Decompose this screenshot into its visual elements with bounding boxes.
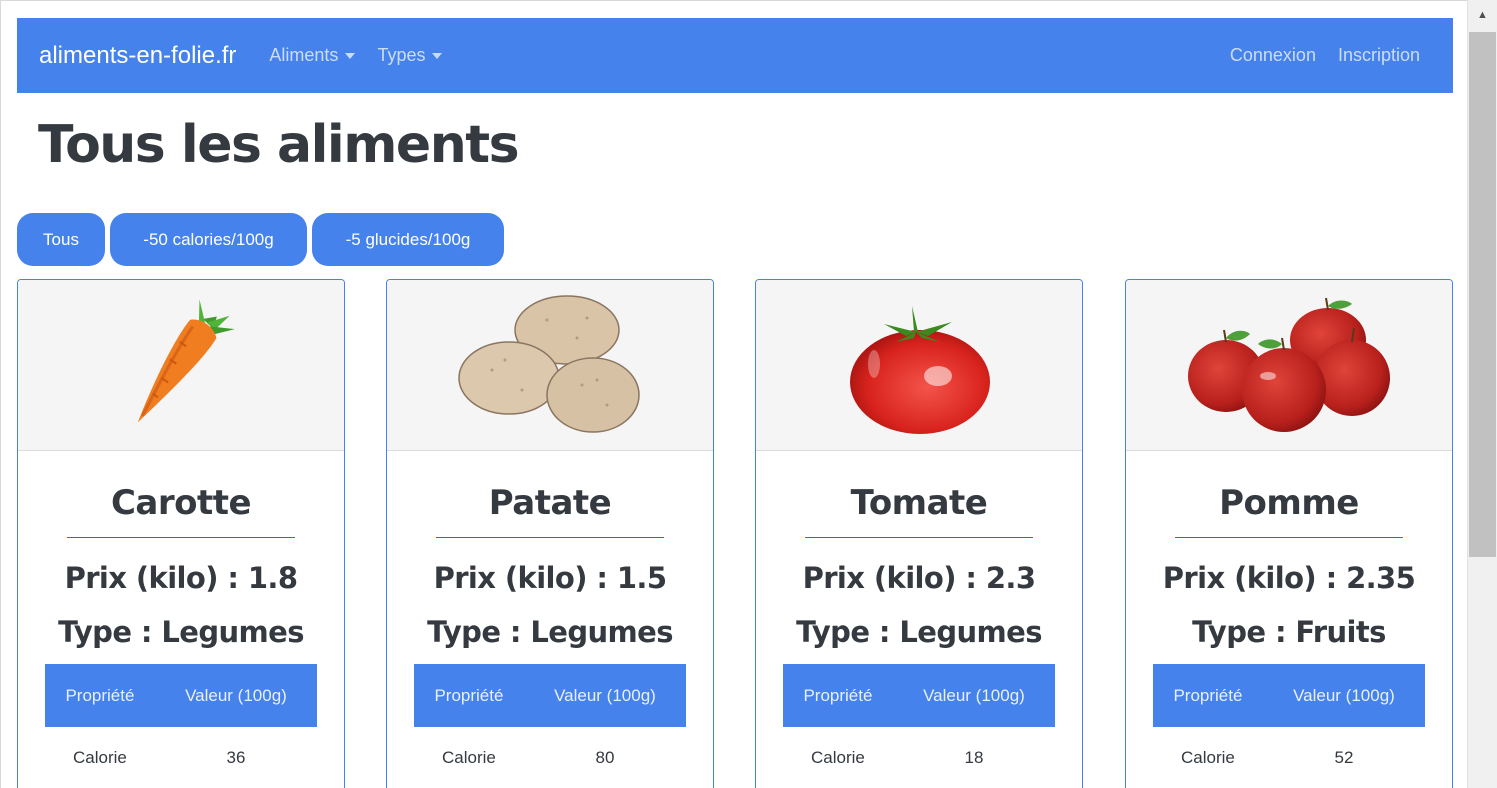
food-name: Tomate: [850, 483, 988, 523]
table-header-row: Propriété Valeur (100g): [783, 664, 1055, 727]
food-card: Patate Prix (kilo) : 1.5 Type : Legumes …: [386, 279, 714, 788]
caret-down-icon: [345, 52, 356, 59]
nav-dropdown-aliments[interactable]: Aliments: [269, 45, 356, 66]
column-header-value: Valeur (100g): [154, 664, 317, 727]
nav-dropdown-aliments-label: Aliments: [269, 45, 339, 65]
food-price: Prix (kilo) : 1.8: [64, 561, 298, 595]
table-row: Calorie 36: [45, 727, 317, 788]
food-price: Prix (kilo) : 2.3: [802, 561, 1036, 595]
column-header-property: Propriété: [45, 664, 155, 727]
filter-low-calories-button[interactable]: -50 calories/100g: [110, 213, 307, 266]
brand-link[interactable]: aliments-en-folie.fr: [39, 42, 236, 70]
carrot-image: [18, 280, 344, 451]
vertical-scrollbar[interactable]: ▲: [1467, 0, 1497, 788]
food-type: Type : Legumes: [796, 615, 1042, 649]
page-title: Tous les aliments: [38, 115, 520, 175]
food-type: Type : Legumes: [427, 615, 673, 649]
scroll-up-arrow-icon[interactable]: ▲: [1468, 0, 1497, 30]
column-header-value: Valeur (100g): [892, 664, 1055, 727]
navbar: aliments-en-folie.fr Aliments Types Conn…: [17, 18, 1453, 93]
food-card: Tomate Prix (kilo) : 2.3 Type : Legumes …: [755, 279, 1083, 788]
food-card: Pomme Prix (kilo) : 2.35 Type : Fruits P…: [1125, 279, 1453, 788]
table-header-row: Propriété Valeur (100g): [45, 664, 317, 727]
scroll-thumb[interactable]: [1469, 32, 1496, 557]
nutrition-table: Propriété Valeur (100g) Calorie 80: [414, 664, 686, 788]
nav-dropdown-types[interactable]: Types: [377, 45, 443, 66]
value-cell: 52: [1334, 748, 1354, 767]
column-header-property: Propriété: [783, 664, 893, 727]
carrot-illustration: [137, 299, 235, 423]
table-header-row: Propriété Valeur (100g): [1153, 664, 1425, 727]
nav-right: Connexion Inscription: [1219, 45, 1431, 66]
value-cell: 80: [595, 748, 615, 767]
column-header-property: Propriété: [1153, 664, 1263, 727]
table-row: Calorie 52: [1153, 727, 1425, 788]
browser-viewport: aliments-en-folie.fr Aliments Types Conn…: [0, 0, 1467, 788]
property-cell: Calorie: [1181, 748, 1235, 767]
value-cell: 18: [964, 748, 984, 767]
table-header-row: Propriété Valeur (100g): [414, 664, 686, 727]
register-link[interactable]: Inscription: [1338, 45, 1420, 66]
food-price: Prix (kilo) : 1.5: [433, 561, 667, 595]
column-header-value: Valeur (100g): [523, 664, 686, 727]
caret-down-icon: [432, 52, 443, 59]
potato-image: [387, 280, 713, 451]
filter-low-carbs-button[interactable]: -5 glucides/100g: [312, 213, 504, 266]
value-cell: 36: [226, 748, 246, 767]
table-row: Calorie 80: [414, 727, 686, 788]
nutrition-table: Propriété Valeur (100g) Calorie 36: [45, 664, 317, 788]
potato-illustration: [458, 295, 640, 433]
login-link[interactable]: Connexion: [1230, 45, 1316, 66]
food-name: Pomme: [1219, 483, 1359, 523]
tomato-image: [756, 280, 1082, 451]
filter-bar: Tous -50 calories/100g -5 glucides/100g: [17, 213, 509, 266]
apple-image: [1126, 280, 1452, 451]
food-price: Prix (kilo) : 2.35: [1162, 561, 1416, 595]
filter-all-button[interactable]: Tous: [17, 213, 105, 266]
table-row: Calorie 18: [783, 727, 1055, 788]
property-cell: Calorie: [73, 748, 127, 767]
nav-dropdown-types-label: Types: [377, 45, 426, 65]
property-cell: Calorie: [442, 748, 496, 767]
food-name: Carotte: [110, 483, 252, 523]
column-header-property: Propriété: [414, 664, 524, 727]
tomato-illustration: [850, 306, 990, 434]
food-type: Type : Fruits: [1192, 615, 1386, 649]
food-type: Type : Legumes: [58, 615, 304, 649]
food-card: Carotte Prix (kilo) : 1.8 Type : Legumes…: [17, 279, 345, 788]
apple-illustration: [1188, 297, 1390, 432]
property-cell: Calorie: [811, 748, 865, 767]
food-name: Patate: [488, 483, 612, 523]
nutrition-table: Propriété Valeur (100g) Calorie 18: [783, 664, 1055, 788]
nutrition-table: Propriété Valeur (100g) Calorie 52: [1153, 664, 1425, 788]
column-header-value: Valeur (100g): [1262, 664, 1425, 727]
